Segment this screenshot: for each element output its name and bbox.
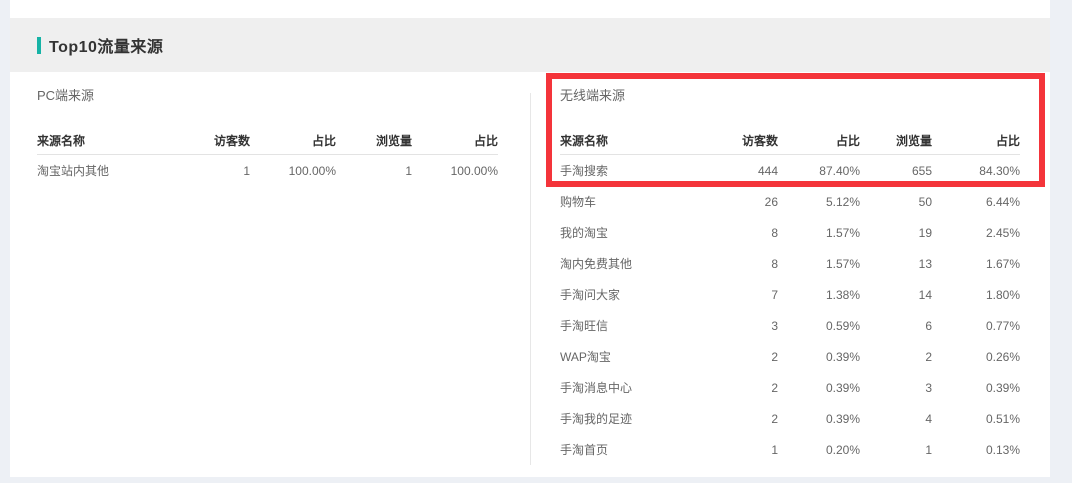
pageview-ratio-value: 1.80% [932,279,1020,310]
source-name: 淘宝站内其他 [37,155,177,187]
visitors-value: 2 [710,372,778,403]
visitor-ratio-value: 0.39% [778,372,860,403]
pageviews-value: 4 [860,403,932,434]
column-header: 访客数 [710,126,778,155]
visitor-ratio-value: 100.00% [250,155,336,187]
pageview-ratio-value: 6.44% [932,186,1020,217]
visitors-value: 444 [710,155,778,187]
pageviews-value: 19 [860,217,932,248]
visitors-value: 1 [710,434,778,465]
pageview-ratio-value: 100.00% [412,155,498,187]
visitor-ratio-value: 5.12% [778,186,860,217]
pageview-ratio-value: 0.51% [932,403,1020,434]
source-name: 淘内免费其他 [560,248,710,279]
pageview-ratio-value: 0.77% [932,310,1020,341]
table-row: 购物车 26 5.12% 50 6.44% [560,186,1020,217]
page-title: Top10流量来源 [49,33,163,57]
table-row: 手淘消息中心 2 0.39% 3 0.39% [560,372,1020,403]
table-row: 淘宝站内其他 1 100.00% 1 100.00% [37,155,498,187]
visitor-ratio-value: 0.39% [778,403,860,434]
source-name: WAP淘宝 [560,341,710,372]
column-header: 来源名称 [560,126,710,155]
source-name: 手淘我的足迹 [560,403,710,434]
source-name: 我的淘宝 [560,217,710,248]
pc-sources-table: 来源名称访客数占比浏览量占比 淘宝站内其他 1 100.00% 1 100.00… [37,126,498,186]
visitors-value: 26 [710,186,778,217]
visitors-value: 8 [710,248,778,279]
pageviews-value: 1 [860,434,932,465]
wireless-panel-title: 无线端来源 [560,86,1020,106]
section-accent-bar [37,37,41,54]
table-row: 手淘问大家 7 1.38% 14 1.80% [560,279,1020,310]
pageviews-value: 13 [860,248,932,279]
pageviews-value: 6 [860,310,932,341]
pc-sources-panel: PC端来源 来源名称访客数占比浏览量占比 淘宝站内其他 1 100.00% 1 … [37,86,498,186]
visitor-ratio-value: 0.39% [778,341,860,372]
pageview-ratio-value: 1.67% [932,248,1020,279]
pageviews-value: 1 [336,155,412,187]
visitor-ratio-value: 87.40% [778,155,860,187]
source-name: 手淘问大家 [560,279,710,310]
section-header: Top10流量来源 [10,18,1050,72]
pageview-ratio-value: 84.30% [932,155,1020,187]
table-row: 淘内免费其他 8 1.57% 13 1.67% [560,248,1020,279]
visitor-ratio-value: 1.57% [778,217,860,248]
visitors-value: 8 [710,217,778,248]
pageviews-value: 2 [860,341,932,372]
pc-table-header-row: 来源名称访客数占比浏览量占比 [37,126,498,155]
column-header: 占比 [412,126,498,155]
table-row: 手淘搜索 444 87.40% 655 84.30% [560,155,1020,187]
visitor-ratio-value: 1.38% [778,279,860,310]
column-header: 浏览量 [860,126,932,155]
visitors-value: 1 [177,155,250,187]
source-name: 购物车 [560,186,710,217]
visitors-value: 7 [710,279,778,310]
table-row: 我的淘宝 8 1.57% 19 2.45% [560,217,1020,248]
pageview-ratio-value: 2.45% [932,217,1020,248]
wireless-sources-panel: 无线端来源 来源名称访客数占比浏览量占比 手淘搜索 444 87.40% 655… [560,86,1020,465]
content-card: Top10流量来源 PC端来源 来源名称访客数占比浏览量占比 淘宝站内其他 1 … [10,0,1050,477]
visitor-ratio-value: 0.59% [778,310,860,341]
table-row: 手淘首页 1 0.20% 1 0.13% [560,434,1020,465]
visitors-value: 2 [710,403,778,434]
panel-divider [530,93,531,465]
column-header: 来源名称 [37,126,177,155]
visitor-ratio-value: 0.20% [778,434,860,465]
column-header: 占比 [778,126,860,155]
table-row: WAP淘宝 2 0.39% 2 0.26% [560,341,1020,372]
column-header: 占比 [932,126,1020,155]
visitors-value: 2 [710,341,778,372]
visitor-ratio-value: 1.57% [778,248,860,279]
column-header: 占比 [250,126,336,155]
pageviews-value: 3 [860,372,932,403]
column-header: 浏览量 [336,126,412,155]
table-row: 手淘旺信 3 0.59% 6 0.77% [560,310,1020,341]
wireless-table-header-row: 来源名称访客数占比浏览量占比 [560,126,1020,155]
pageview-ratio-value: 0.13% [932,434,1020,465]
pageviews-value: 655 [860,155,932,187]
wireless-sources-table: 来源名称访客数占比浏览量占比 手淘搜索 444 87.40% 655 84.30… [560,126,1020,465]
pageview-ratio-value: 0.39% [932,372,1020,403]
pageviews-value: 50 [860,186,932,217]
table-row: 手淘我的足迹 2 0.39% 4 0.51% [560,403,1020,434]
pageviews-value: 14 [860,279,932,310]
pageview-ratio-value: 0.26% [932,341,1020,372]
source-name: 手淘搜索 [560,155,710,187]
source-name: 手淘首页 [560,434,710,465]
source-name: 手淘旺信 [560,310,710,341]
visitors-value: 3 [710,310,778,341]
source-name: 手淘消息中心 [560,372,710,403]
column-header: 访客数 [177,126,250,155]
pc-panel-title: PC端来源 [37,86,498,106]
